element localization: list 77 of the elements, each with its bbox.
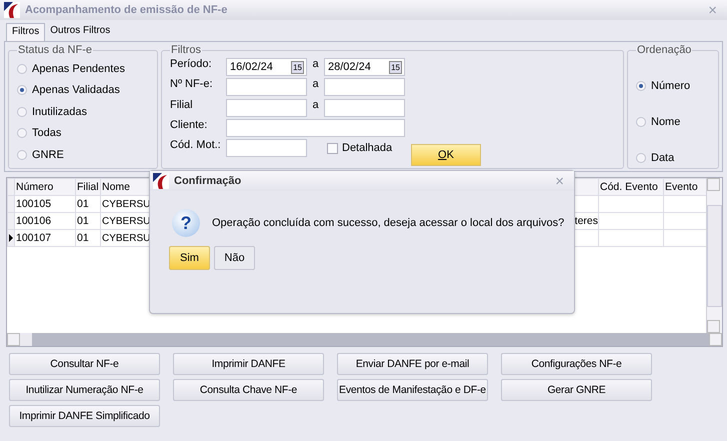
range-separator: a — [311, 98, 320, 111]
action-button[interactable]: Enviar DANFE por e-mail — [337, 353, 488, 375]
input-field[interactable]: 16/02/24 15 — [226, 58, 307, 76]
column-header: Filial — [76, 178, 100, 196]
checkbox[interactable] — [327, 142, 338, 154]
calendar-button[interactable]: 15 — [291, 60, 304, 74]
field-label: Filial — [170, 98, 194, 111]
range-separator: a — [311, 78, 320, 90]
logo-icon — [153, 173, 169, 189]
table-cell: 100106 — [16, 215, 52, 227]
action-button[interactable]: Imprimir DANFE — [173, 353, 324, 375]
table-cell: CYBERSU — [102, 216, 150, 226]
dialog-message: Operação concluída com sucesso, deseja acessar o local dos arquivos? — [212, 217, 564, 229]
input-field[interactable] — [226, 98, 307, 117]
radio-button[interactable] — [636, 81, 646, 91]
window-title: Acompanhamento de emissão de NF-e — [25, 4, 228, 16]
tab[interactable]: Outros Filtros — [45, 23, 116, 41]
field-label: Nº NF-e: — [170, 78, 214, 90]
action-button[interactable]: Consultar NF-e — [9, 353, 160, 375]
radio-button[interactable] — [17, 128, 27, 138]
action-button[interactable]: Consulta Chave NF-e — [173, 379, 324, 401]
action-button[interactable]: Eventos de Manifestação e DF-e — [337, 379, 488, 401]
action-button[interactable]: Gerar GNRE — [501, 379, 652, 401]
group-title: Filtros — [170, 44, 202, 56]
input-field[interactable] — [226, 118, 405, 137]
ok-button[interactable]: OK — [411, 144, 481, 166]
radio-button[interactable] — [17, 150, 27, 160]
radio-label[interactable]: Todas — [32, 127, 62, 140]
dialog-title: Confirmação — [174, 175, 242, 187]
calendar-button[interactable]: 15 — [389, 60, 402, 74]
radio-label[interactable]: Apenas Validadas — [32, 84, 120, 96]
table-cell: teres — [574, 215, 598, 227]
range-separator: a — [311, 58, 320, 70]
table-cell: 100105 — [16, 198, 52, 210]
radio-label[interactable]: Número — [651, 80, 690, 92]
table-cell: 01 — [77, 215, 89, 227]
action-button[interactable]: Configurações NF-e — [501, 353, 652, 375]
group-title: Status da NF-e — [17, 44, 93, 56]
dialog-button[interactable]: Sim — [169, 246, 210, 270]
table-cell: 01 — [77, 232, 89, 244]
radio-label[interactable]: GNRE — [32, 148, 64, 161]
table-cell: 100107 — [16, 232, 52, 244]
field-value: 28/02/24 — [328, 61, 371, 73]
input-field[interactable] — [324, 78, 405, 96]
table-cell: CYBERSU — [102, 198, 150, 210]
radio-button[interactable] — [17, 64, 27, 74]
horizontal-scrollbar[interactable] — [7, 333, 722, 346]
column-header: Cód. Evento — [598, 178, 664, 196]
radio-label[interactable]: Data — [651, 152, 674, 164]
radio-label[interactable]: Apenas Pendentes — [32, 62, 125, 75]
table-cell: CYBERSU — [102, 232, 150, 244]
vertical-scrollbar[interactable] — [706, 178, 722, 333]
radio-label[interactable]: Inutilizadas — [32, 106, 88, 118]
action-button[interactable]: Inutilizar Numeração NF-e — [9, 379, 160, 401]
column-header: Número — [14, 178, 76, 196]
radio-button[interactable] — [17, 106, 27, 117]
radio-button[interactable] — [636, 117, 646, 127]
tab[interactable]: Filtros — [6, 23, 46, 41]
input-field[interactable] — [226, 78, 307, 96]
field-label: Cód. Mot.: — [170, 139, 222, 152]
question-icon: ? — [172, 209, 200, 237]
radio-label[interactable]: Nome — [651, 116, 680, 128]
radio-button[interactable] — [17, 85, 27, 96]
table-cell: 01 — [77, 198, 89, 210]
checkbox-label[interactable]: Detalhada — [342, 142, 392, 154]
field-label: Período: — [170, 58, 213, 70]
field-label: Cliente: — [170, 118, 208, 131]
field-value: 16/02/24 — [230, 61, 273, 73]
dialog-button[interactable]: Não — [214, 246, 255, 270]
input-field[interactable] — [226, 139, 307, 158]
input-field[interactable] — [324, 98, 405, 117]
input-field[interactable]: 28/02/24 15 — [324, 58, 405, 76]
logo-icon — [4, 2, 20, 18]
group-title: Ordenação — [636, 44, 692, 56]
column-header: Evento — [664, 178, 706, 196]
radio-button[interactable] — [636, 153, 646, 163]
action-button[interactable]: Imprimir DANFE Simplificado — [9, 405, 160, 427]
